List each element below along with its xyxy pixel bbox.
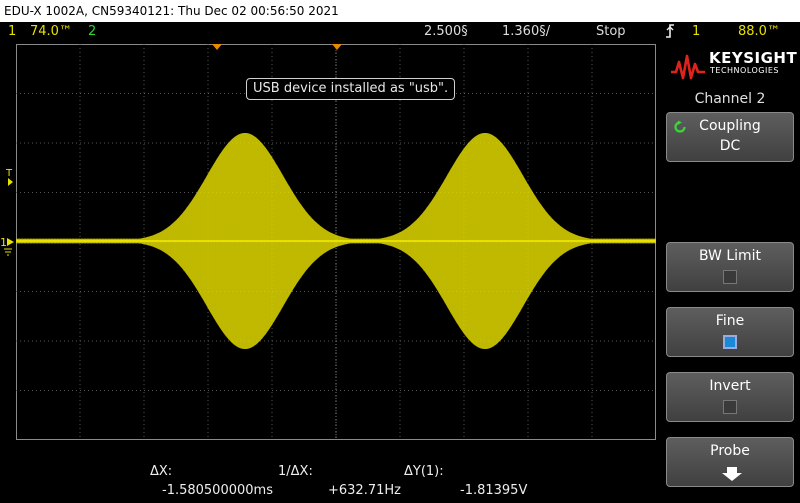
softkey-value: DC bbox=[719, 138, 741, 154]
trigger-channel[interactable]: 1 bbox=[692, 22, 700, 42]
status-bar: 1 74.0™ 2 2.500§ 1.360§/ Stop 1 88.0™ bbox=[0, 22, 800, 42]
softkey-label: Invert bbox=[709, 378, 751, 394]
delay-marker bbox=[332, 44, 342, 50]
fine-checkbox[interactable] bbox=[723, 335, 737, 349]
trigger-level[interactable]: 88.0™ bbox=[738, 22, 780, 42]
cursor-readout: ΔX: -1.580500000ms 1/ΔX: +632.71Hz ΔY(1)… bbox=[0, 461, 660, 503]
softkey-fine[interactable]: Fine bbox=[666, 307, 794, 357]
menu-title: Channel 2 bbox=[694, 91, 766, 107]
softkey-label: Fine bbox=[715, 313, 745, 329]
dy-value: -1.81395V bbox=[460, 483, 528, 498]
ch1-ground-marker: 1 bbox=[0, 236, 7, 249]
logo-sub: TECHNOLOGIES bbox=[710, 66, 779, 75]
title-bar: EDU-X 1002A, CN59340121: Thu Dec 02 00:5… bbox=[0, 0, 800, 22]
softkey-invert[interactable]: Invert bbox=[666, 372, 794, 422]
dx-label: ΔX: bbox=[150, 464, 173, 479]
ch2-number[interactable]: 2 bbox=[88, 22, 96, 42]
run-state[interactable]: Stop bbox=[596, 22, 626, 42]
softkey-label: Probe bbox=[710, 443, 750, 459]
softkey-coupling[interactable]: Coupling DC bbox=[666, 112, 794, 162]
bw-limit-checkbox[interactable] bbox=[723, 270, 737, 284]
waveform-display[interactable] bbox=[15, 44, 656, 440]
trigger-level-marker: T bbox=[5, 168, 13, 179]
invert-checkbox[interactable] bbox=[723, 400, 737, 414]
ch1-number[interactable]: 1 bbox=[8, 22, 16, 42]
softkey-probe[interactable]: Probe bbox=[666, 437, 794, 487]
softkey-label: BW Limit bbox=[698, 248, 762, 264]
inv-dx-label: 1/ΔX: bbox=[278, 464, 313, 479]
softkey-bw-limit[interactable]: BW Limit bbox=[666, 242, 794, 292]
usb-message: USB device installed as "usb". bbox=[246, 78, 456, 100]
inv-dx-value: +632.71Hz bbox=[328, 483, 401, 498]
down-arrow-icon bbox=[722, 467, 742, 481]
ch1-scale[interactable]: 74.0™ bbox=[30, 22, 72, 42]
dx-value: -1.580500000ms bbox=[162, 483, 273, 498]
softkey-label: Coupling bbox=[699, 118, 761, 134]
logo-name: KEYSIGHT bbox=[709, 49, 798, 67]
waveform-canvas bbox=[15, 44, 656, 440]
trigger-position-marker bbox=[212, 44, 222, 50]
dy-label: ΔY(1): bbox=[404, 464, 444, 479]
channel-marker-strip: T 1 bbox=[0, 44, 16, 440]
delay-readout[interactable]: 1.360§/ bbox=[502, 22, 550, 42]
timebase-readout[interactable]: 2.500§ bbox=[424, 22, 468, 42]
